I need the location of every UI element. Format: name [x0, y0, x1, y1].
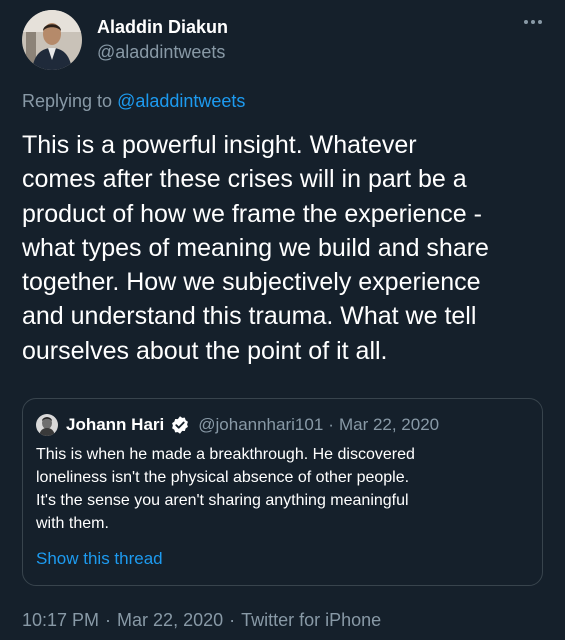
- separator-dot: ·: [105, 610, 112, 630]
- tweet-text-line: what types of meaning we build and share: [22, 233, 489, 262]
- separator-dot: ·: [229, 610, 236, 630]
- replying-to-handle-link[interactable]: @aladdintweets: [117, 91, 245, 111]
- quoted-text-line: loneliness isn't the physical absence of…: [36, 469, 410, 486]
- more-horizontal-icon: [524, 20, 542, 24]
- tweet-text-line: together. How we subjectively experience: [22, 268, 481, 297]
- avatar-photo-icon: [36, 414, 58, 436]
- tweet-text-line: comes after these crises will in part be…: [22, 165, 467, 194]
- quoted-author-handle[interactable]: @johannhari101: [198, 415, 323, 435]
- tweet-text-line: ourselves about the point of it all.: [22, 336, 388, 365]
- author-name[interactable]: Aladdin Diakun: [97, 17, 228, 38]
- avatar-photo-icon: [22, 10, 82, 70]
- quoted-tweet-date[interactable]: Mar 22, 2020: [339, 415, 439, 435]
- verified-badge-icon: [172, 416, 189, 434]
- more-options-button[interactable]: [521, 12, 545, 32]
- quoted-author-name[interactable]: Johann Hari: [66, 415, 164, 435]
- tweet-text-line: product of how we frame the experience -: [22, 199, 482, 228]
- author-avatar[interactable]: [22, 10, 82, 70]
- quoted-author-avatar[interactable]: [36, 414, 58, 436]
- tweet-meta: 10:17 PM · Mar 22, 2020 · Twitter for iPhone: [22, 610, 381, 631]
- quoted-tweet-card[interactable]: Johann Hari @johannhari101 · Mar 22, 202…: [22, 398, 543, 586]
- quoted-text-line: It's the sense you aren't sharing anythi…: [36, 492, 409, 509]
- quoted-text-line: This is when he made a breakthrough. He …: [36, 446, 415, 463]
- tweet-source[interactable]: Twitter for iPhone: [241, 610, 381, 630]
- quoted-tweet-text: This is when he made a breakthrough. He …: [36, 443, 536, 535]
- tweet-text: This is a powerful insight. Whatever com…: [22, 128, 562, 368]
- tweet-time[interactable]: 10:17 PM: [22, 610, 99, 630]
- replying-to: Replying to @aladdintweets: [22, 91, 245, 112]
- separator-dot: ·: [328, 415, 334, 434]
- tweet-text-line: This is a powerful insight. Whatever: [22, 131, 417, 159]
- tweet-text-line: and understand this trauma. What we tell: [22, 302, 477, 331]
- author-handle[interactable]: @aladdintweets: [97, 42, 225, 63]
- replying-to-label: Replying to: [22, 91, 118, 111]
- tweet-date[interactable]: Mar 22, 2020: [117, 610, 223, 630]
- quoted-text-line: with them.: [36, 515, 109, 532]
- quoted-tweet-header: Johann Hari @johannhari101 · Mar 22, 202…: [66, 414, 439, 436]
- show-thread-link[interactable]: Show this thread: [36, 549, 163, 569]
